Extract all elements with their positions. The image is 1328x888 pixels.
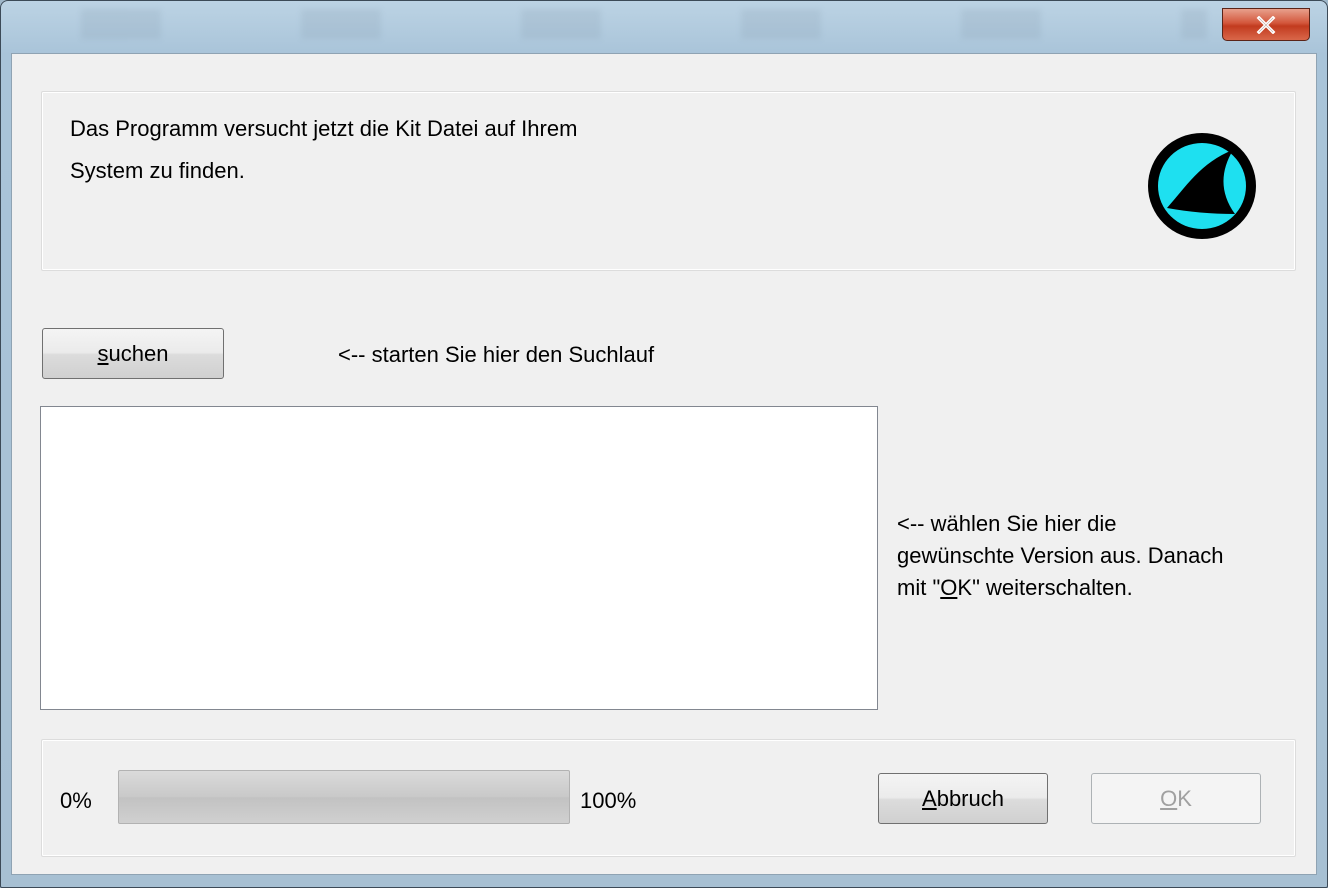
header-line-2: System zu finden. xyxy=(70,158,245,183)
progress-bar xyxy=(118,770,570,824)
version-listbox[interactable] xyxy=(40,406,878,710)
progress-min-label: 0% xyxy=(60,788,92,813)
header-text: Das Programm versucht jetzt die Kit Date… xyxy=(70,108,870,192)
ok-button-label: OK xyxy=(1160,785,1192,811)
header-panel: Das Programm versucht jetzt die Kit Date… xyxy=(41,91,1296,271)
search-button-label: suchen xyxy=(97,340,169,366)
close-button[interactable] xyxy=(1222,8,1310,41)
title-bar-background xyxy=(21,9,1207,39)
dialog-window: Das Programm versucht jetzt die Kit Date… xyxy=(0,0,1328,888)
search-hint: <-- starten Sie hier den Suchlauf xyxy=(338,342,655,367)
shark-fin-logo-icon xyxy=(1148,133,1256,239)
bottom-panel: 0% 100% Abbruch OK xyxy=(41,739,1296,857)
version-hint-line-2: gewünschte Version aus. Danach xyxy=(897,543,1224,568)
dialog-client-area: Das Programm versucht jetzt die Kit Date… xyxy=(11,53,1317,875)
version-hint-line-3: mit "OK" weiterschalten. xyxy=(897,575,1133,600)
version-hint-line-1: <-- wählen Sie hier die xyxy=(897,511,1117,536)
header-line-1: Das Programm versucht jetzt die Kit Date… xyxy=(70,116,578,141)
close-icon xyxy=(1256,15,1276,34)
progress-max-label: 100% xyxy=(580,788,637,813)
title-bar[interactable] xyxy=(1,1,1327,53)
abbruch-button[interactable]: Abbruch xyxy=(878,773,1048,824)
ok-button[interactable]: OK xyxy=(1091,773,1261,824)
search-button[interactable]: suchen xyxy=(42,328,224,379)
abbruch-button-label: Abbruch xyxy=(922,785,1004,811)
version-hint: <-- wählen Sie hier die gewünschte Versi… xyxy=(897,508,1307,604)
